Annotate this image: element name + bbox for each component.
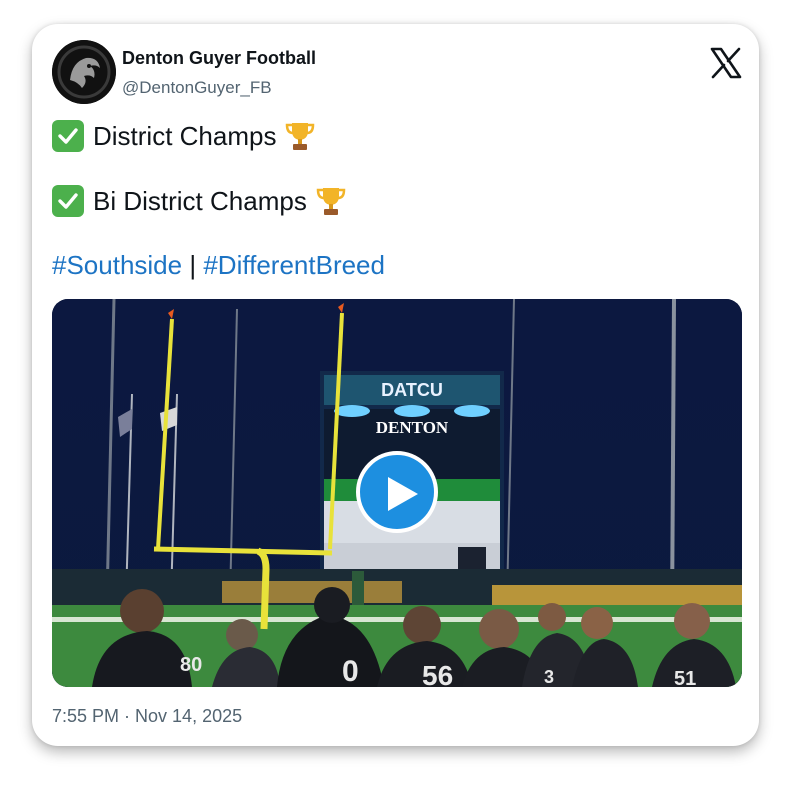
jersey-number: 80 bbox=[180, 654, 202, 676]
tweet-line-text: Bi District Champs bbox=[93, 185, 307, 216]
check-mark-button-icon bbox=[52, 120, 84, 152]
author-handle[interactable]: @DentonGuyer_FB bbox=[122, 78, 272, 98]
check-mark-button-icon bbox=[52, 185, 84, 217]
author-name[interactable]: Denton Guyer Football bbox=[122, 48, 316, 69]
play-button[interactable] bbox=[356, 451, 438, 533]
hashtag-southside[interactable]: #Southside bbox=[52, 250, 182, 280]
jersey-number: 56 bbox=[422, 660, 453, 687]
scoreboard-sponsor: DATCU bbox=[381, 380, 443, 400]
tweet-line-2: Bi District Champs bbox=[52, 185, 346, 217]
video-player[interactable]: DATCU DENTON 80 0 56 3 51 bbox=[52, 299, 742, 687]
trophy-icon bbox=[316, 185, 346, 217]
profile-avatar[interactable] bbox=[52, 40, 116, 104]
jersey-number: 51 bbox=[674, 668, 696, 687]
hashtags: #Southside | #DifferentBreed bbox=[52, 250, 385, 281]
tweet-card: Denton Guyer Football @DentonGuyer_FB Di… bbox=[32, 24, 759, 746]
jersey-number: 0 bbox=[342, 655, 359, 687]
hashtag-separator: | bbox=[189, 250, 197, 280]
hashtag-differentbreed[interactable]: #DifferentBreed bbox=[203, 250, 385, 280]
tweet-timestamp[interactable]: 7:55 PM · Nov 14, 2025 bbox=[52, 706, 242, 727]
scoreboard-team: DENTON bbox=[376, 418, 449, 437]
panther-logo-icon bbox=[52, 40, 116, 104]
tweet-line-text: District Champs bbox=[93, 120, 277, 151]
play-icon bbox=[388, 477, 418, 511]
tweet-line-1: District Champs bbox=[52, 120, 315, 152]
x-logo-icon[interactable] bbox=[709, 46, 743, 80]
trophy-icon bbox=[285, 120, 315, 152]
jersey-number: 3 bbox=[544, 667, 554, 687]
